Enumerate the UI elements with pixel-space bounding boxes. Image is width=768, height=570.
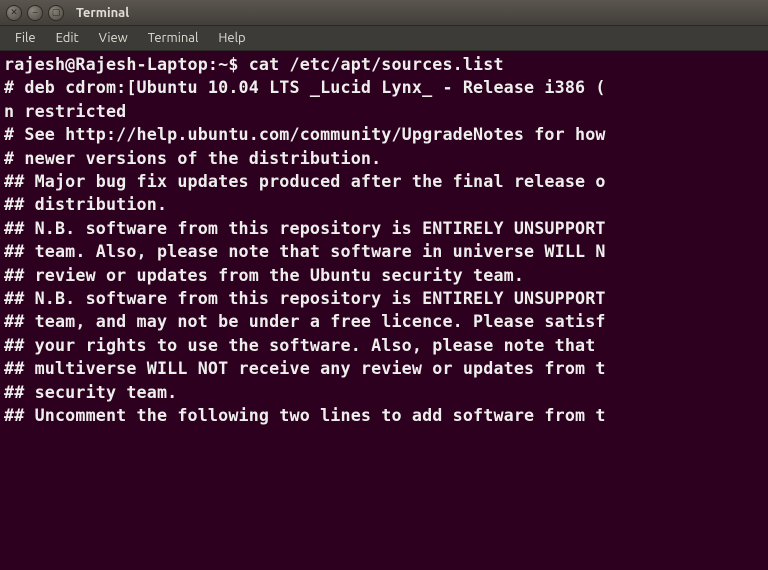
window-title: Terminal [76,6,129,20]
terminal-output-line: ## N.B. software from this repository is… [4,217,768,240]
terminal-output-line: ## Major bug fix updates produced after … [4,170,768,193]
maximize-icon[interactable]: ▢ [48,5,64,21]
terminal-output-line: # See http://help.ubuntu.com/community/U… [4,123,768,146]
terminal-prompt-line: rajesh@Rajesh-Laptop:~$ cat /etc/apt/sou… [4,53,768,76]
terminal-command: cat /etc/apt/sources.list [249,54,504,74]
terminal-output-line: n restricted [4,100,768,123]
terminal-output-line: ## multiverse WILL NOT receive any revie… [4,357,768,380]
terminal-output-line: ## review or updates from the Ubuntu sec… [4,264,768,287]
menubar: File Edit View Terminal Help [0,26,768,51]
terminal-body[interactable]: rajesh@Rajesh-Laptop:~$ cat /etc/apt/sou… [0,51,768,570]
menu-help[interactable]: Help [209,28,254,48]
menu-file[interactable]: File [6,28,45,48]
terminal-output-line: ## your rights to use the software. Also… [4,334,768,357]
menu-terminal[interactable]: Terminal [139,28,208,48]
terminal-output-line: ## security team. [4,381,768,404]
titlebar[interactable]: ✕ – ▢ Terminal [0,0,768,26]
minimize-icon[interactable]: – [27,5,43,21]
terminal-output-line: ## distribution. [4,193,768,216]
menu-edit[interactable]: Edit [47,28,88,48]
terminal-output-line: ## team. Also, please note that software… [4,240,768,263]
terminal-output-line: ## N.B. software from this repository is… [4,287,768,310]
menu-view[interactable]: View [90,28,137,48]
terminal-prompt: rajesh@Rajesh-Laptop:~$ [4,54,249,74]
terminal-output-line: ## team, and may not be under a free lic… [4,310,768,333]
terminal-window: ✕ – ▢ Terminal File Edit View Terminal H… [0,0,768,570]
terminal-output-line: # deb cdrom:[Ubuntu 10.04 LTS _Lucid Lyn… [4,76,768,99]
terminal-output-line: # newer versions of the distribution. [4,147,768,170]
terminal-output-line: ## Uncomment the following two lines to … [4,404,768,427]
window-controls: ✕ – ▢ [6,5,64,21]
close-icon[interactable]: ✕ [6,5,22,21]
